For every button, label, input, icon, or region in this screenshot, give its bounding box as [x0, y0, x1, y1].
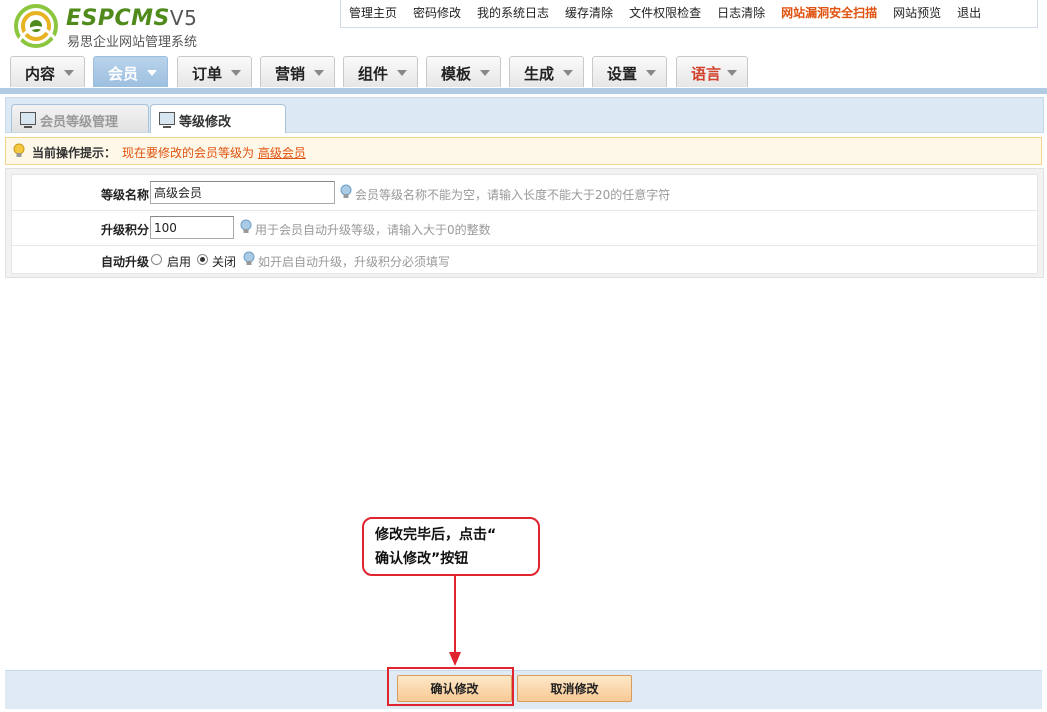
logo-subtitle: 易思企业网站管理系统 [67, 35, 198, 50]
auto-off-radio[interactable] [197, 254, 208, 265]
confirm-button[interactable]: 确认修改 [397, 675, 512, 702]
chevron-down-icon [646, 70, 656, 76]
points-hint: 用于会员自动升级等级，请输入大于0的整数 [255, 223, 491, 237]
auto-upgrade-hint: 如开启自动升级，升级积分必须填写 [258, 255, 451, 269]
chevron-down-icon [727, 70, 737, 76]
hint-bulb-icon [340, 184, 352, 198]
operation-tip: 当前操作提示： 现在要修改的会员等级为 高级会员 [5, 137, 1042, 165]
chevron-down-icon [147, 70, 157, 76]
top-link-0[interactable]: 管理主页 [341, 0, 405, 27]
top-link-3[interactable]: 缓存清除 [557, 0, 621, 27]
top-link-4[interactable]: 文件权限检查 [621, 0, 709, 27]
chevron-down-icon [480, 70, 490, 76]
nav-tab-label: 营销 [275, 65, 306, 83]
annotation-arrow-line [454, 576, 456, 656]
nav-tab-label: 会员 [108, 65, 139, 83]
tip-level-link[interactable]: 高级会员 [258, 146, 306, 160]
nav-tab-3[interactable]: 营销 [260, 56, 335, 87]
logo: ESPCMSV5 易思企业网站管理系统 [10, 4, 230, 50]
subtab-label: 等级修改 [179, 115, 232, 130]
annotation-arrow-head [449, 652, 461, 666]
form-row-points: 升级积分 用于会员自动升级等级，请输入大于0的整数 [12, 211, 1037, 246]
chevron-down-icon [231, 70, 241, 76]
subtab-level-manage[interactable]: 会员等级管理 [11, 104, 149, 132]
form-row-auto: 自动升级 启用 关闭 如开启自动升级，升级积分必须填写 [12, 246, 1037, 273]
top-link-2[interactable]: 我的系统日志 [469, 0, 557, 27]
chevron-down-icon [64, 70, 74, 76]
auto-off-label: 关闭 [212, 255, 237, 269]
form-panel: 等级名称 会员等级名称不能为空，请输入长度不能大于20的任意字符 升级积分 用于… [5, 168, 1044, 278]
chevron-down-icon [314, 70, 324, 76]
form-table: 等级名称 会员等级名称不能为空，请输入长度不能大于20的任意字符 升级积分 用于… [11, 174, 1038, 274]
nav-tab-4[interactable]: 组件 [343, 56, 418, 87]
top-link-7[interactable]: 网站预览 [885, 0, 949, 27]
tip-message: 现在要修改的会员等级为 高级会员 [122, 146, 306, 160]
callout-line-1: 修改完毕后，点击“ [375, 527, 497, 543]
auto-on-radio[interactable] [151, 254, 162, 265]
instruction-callout: 修改完毕后，点击“ 确认修改”按钮 [362, 517, 540, 576]
top-link-5[interactable]: 日志清除 [709, 0, 773, 27]
nav-tab-label: 内容 [25, 65, 56, 83]
cancel-button[interactable]: 取消修改 [517, 675, 632, 702]
nav-tab-8[interactable]: 语言 [676, 56, 748, 87]
callout-line-2: 确认修改”按钮 [375, 551, 469, 567]
level-name-input[interactable] [150, 181, 335, 204]
nav-tab-0[interactable]: 内容 [10, 56, 85, 87]
espcms-logo-icon [14, 4, 58, 48]
subtab-level-edit[interactable]: 等级修改 [150, 104, 286, 133]
nav-tab-label: 语言 [691, 65, 722, 83]
auto-on-label: 启用 [167, 255, 192, 269]
nav-tab-label: 订单 [192, 65, 223, 83]
form-row-name: 等级名称 会员等级名称不能为空，请输入长度不能大于20的任意字符 [12, 175, 1037, 211]
top-link-8[interactable]: 退出 [949, 0, 989, 27]
lightbulb-icon [13, 143, 25, 157]
monitor-icon [20, 112, 36, 128]
tip-label: 当前操作提示： [32, 146, 117, 160]
level-name-label: 等级名称 [100, 188, 149, 202]
logo-text: ESPCMSV5 [66, 6, 198, 31]
level-name-hint: 会员等级名称不能为空，请输入长度不能大于20的任意字符 [355, 188, 671, 202]
subtab-label: 会员等级管理 [40, 115, 119, 130]
nav-tab-7[interactable]: 设置 [592, 56, 667, 87]
auto-upgrade-label: 自动升级 [100, 255, 149, 269]
nav-tab-label: 设置 [607, 65, 638, 83]
chevron-down-icon [563, 70, 573, 76]
nav-tab-label: 生成 [524, 65, 555, 83]
points-input[interactable] [150, 216, 234, 239]
nav-tab-5[interactable]: 模板 [426, 56, 501, 87]
hint-bulb-icon [243, 251, 255, 265]
nav-tab-2[interactable]: 订单 [177, 56, 252, 87]
hint-bulb-icon [240, 219, 252, 233]
nav-tab-label: 模板 [441, 65, 472, 83]
nav-tab-6[interactable]: 生成 [509, 56, 584, 87]
subtab-bar: 会员等级管理 等级修改 [5, 97, 1044, 133]
top-link-1[interactable]: 密码修改 [405, 0, 469, 27]
monitor-icon [159, 112, 175, 128]
top-links-bar: 管理主页 密码修改 我的系统日志 缓存清除 文件权限检查 日志清除 网站漏洞安全扫描 网站预览… [340, 0, 1038, 28]
chevron-down-icon [397, 70, 407, 76]
top-link-6[interactable]: 网站漏洞安全扫描 [773, 0, 885, 27]
points-label: 升级积分 [100, 223, 149, 237]
nav-tab-label: 组件 [358, 65, 389, 83]
nav-tab-1[interactable]: 会员 [93, 56, 168, 87]
main-nav: 内容 会员 订单 营销 组件 模板 生成 设置 语言 [0, 54, 1047, 94]
